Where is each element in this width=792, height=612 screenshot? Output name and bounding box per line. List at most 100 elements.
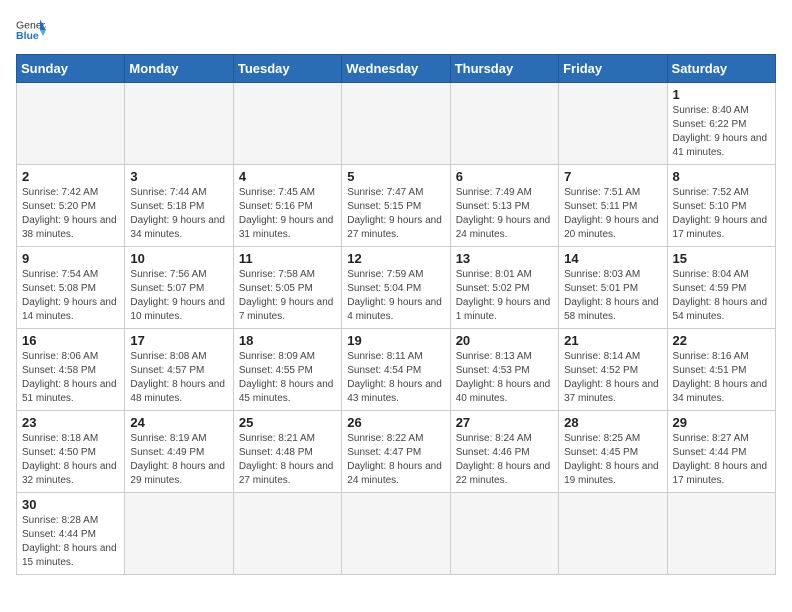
day-info: Sunrise: 8:06 AM Sunset: 4:58 PM Dayligh… — [22, 350, 119, 406]
day-number: 1 — [673, 87, 770, 102]
day-number: 7 — [564, 169, 661, 184]
day-info: Sunrise: 8:22 AM Sunset: 4:47 PM Dayligh… — [347, 432, 444, 488]
calendar-cell: 26 Sunrise: 8:22 AM Sunset: 4:47 PM Dayli… — [342, 411, 450, 493]
day-number: 11 — [239, 251, 336, 266]
day-info: Sunrise: 8:08 AM Sunset: 4:57 PM Dayligh… — [130, 350, 227, 406]
calendar-cell: 30 Sunrise: 8:28 AM Sunset: 4:44 PM Dayli… — [17, 493, 125, 575]
calendar-cell: 8 Sunrise: 7:52 AM Sunset: 5:10 PM Daylig… — [667, 165, 775, 247]
calendar-cell: 27 Sunrise: 8:24 AM Sunset: 4:46 PM Dayli… — [450, 411, 558, 493]
calendar-cell: 7Sunrise: 7:51 AM Sunset: 5:11 PM Daylig… — [559, 165, 667, 247]
day-info: Sunrise: 7:45 AM Sunset: 5:16 PM Dayligh… — [239, 186, 336, 242]
day-number: 10 — [130, 251, 227, 266]
calendar-week-row: 30 Sunrise: 8:28 AM Sunset: 4:44 PM Dayli… — [17, 493, 776, 575]
day-info: Sunrise: 7:52 AM Sunset: 5:10 PM Dayligh… — [673, 186, 770, 242]
page-header: General Blue — [16, 16, 776, 44]
day-info: Sunrise: 8:19 AM Sunset: 4:49 PM Dayligh… — [130, 432, 227, 488]
calendar-cell — [342, 83, 450, 165]
day-number: 6 — [456, 169, 553, 184]
day-number: 8 — [673, 169, 770, 184]
day-info: Sunrise: 8:40 AM Sunset: 6:22 PM Dayligh… — [673, 104, 770, 160]
day-info: Sunrise: 8:03 AM Sunset: 5:01 PM Dayligh… — [564, 268, 661, 324]
day-number: 3 — [130, 169, 227, 184]
day-number: 18 — [239, 333, 336, 348]
day-info: Sunrise: 7:54 AM Sunset: 5:08 PM Dayligh… — [22, 268, 119, 324]
day-number: 2 — [22, 169, 119, 184]
calendar-week-row: 1 Sunrise: 8:40 AM Sunset: 6:22 PM Daylig… — [17, 83, 776, 165]
calendar-cell — [125, 493, 233, 575]
calendar-cell: 29Sunrise: 8:27 AM Sunset: 4:44 PM Dayli… — [667, 411, 775, 493]
day-number: 22 — [673, 333, 770, 348]
calendar-cell: 13 Sunrise: 8:01 AM Sunset: 5:02 PM Dayli… — [450, 247, 558, 329]
day-number: 30 — [22, 497, 119, 512]
day-number: 25 — [239, 415, 336, 430]
day-number: 5 — [347, 169, 444, 184]
day-number: 14 — [564, 251, 661, 266]
calendar-cell: 6 Sunrise: 7:49 AM Sunset: 5:13 PM Daylig… — [450, 165, 558, 247]
calendar-cell: 11 Sunrise: 7:58 AM Sunset: 5:05 PM Dayli… — [233, 247, 341, 329]
calendar-cell: 19Sunrise: 8:11 AM Sunset: 4:54 PM Dayli… — [342, 329, 450, 411]
column-header-friday: Friday — [559, 55, 667, 83]
calendar-cell: 25Sunrise: 8:21 AM Sunset: 4:48 PM Dayli… — [233, 411, 341, 493]
day-info: Sunrise: 7:58 AM Sunset: 5:05 PM Dayligh… — [239, 268, 336, 324]
day-number: 20 — [456, 333, 553, 348]
calendar-cell: 4Sunrise: 7:45 AM Sunset: 5:16 PM Daylig… — [233, 165, 341, 247]
calendar-cell — [233, 493, 341, 575]
day-info: Sunrise: 8:09 AM Sunset: 4:55 PM Dayligh… — [239, 350, 336, 406]
calendar-week-row: 16Sunrise: 8:06 AM Sunset: 4:58 PM Dayli… — [17, 329, 776, 411]
calendar-cell — [17, 83, 125, 165]
day-info: Sunrise: 7:59 AM Sunset: 5:04 PM Dayligh… — [347, 268, 444, 324]
calendar-cell: 1 Sunrise: 8:40 AM Sunset: 6:22 PM Daylig… — [667, 83, 775, 165]
logo-icon: General Blue — [16, 16, 46, 44]
calendar-cell: 21 Sunrise: 8:14 AM Sunset: 4:52 PM Dayli… — [559, 329, 667, 411]
day-info: Sunrise: 7:47 AM Sunset: 5:15 PM Dayligh… — [347, 186, 444, 242]
column-header-thursday: Thursday — [450, 55, 558, 83]
day-number: 28 — [564, 415, 661, 430]
column-header-saturday: Saturday — [667, 55, 775, 83]
day-info: Sunrise: 8:04 AM Sunset: 4:59 PM Dayligh… — [673, 268, 770, 324]
day-info: Sunrise: 8:16 AM Sunset: 4:51 PM Dayligh… — [673, 350, 770, 406]
day-number: 29 — [673, 415, 770, 430]
calendar-cell: 20Sunrise: 8:13 AM Sunset: 4:53 PM Dayli… — [450, 329, 558, 411]
column-header-monday: Monday — [125, 55, 233, 83]
day-number: 15 — [673, 251, 770, 266]
day-info: Sunrise: 8:14 AM Sunset: 4:52 PM Dayligh… — [564, 350, 661, 406]
day-info: Sunrise: 8:28 AM Sunset: 4:44 PM Dayligh… — [22, 514, 119, 570]
calendar-cell — [559, 83, 667, 165]
calendar-cell: 14 Sunrise: 8:03 AM Sunset: 5:01 PM Dayli… — [559, 247, 667, 329]
calendar-week-row: 9Sunrise: 7:54 AM Sunset: 5:08 PM Daylig… — [17, 247, 776, 329]
calendar-cell: 5 Sunrise: 7:47 AM Sunset: 5:15 PM Daylig… — [342, 165, 450, 247]
calendar-cell: 2Sunrise: 7:42 AM Sunset: 5:20 PM Daylig… — [17, 165, 125, 247]
calendar-cell: 3 Sunrise: 7:44 AM Sunset: 5:18 PM Daylig… — [125, 165, 233, 247]
calendar-week-row: 23Sunrise: 8:18 AM Sunset: 4:50 PM Dayli… — [17, 411, 776, 493]
day-info: Sunrise: 8:18 AM Sunset: 4:50 PM Dayligh… — [22, 432, 119, 488]
column-header-tuesday: Tuesday — [233, 55, 341, 83]
calendar-cell — [450, 493, 558, 575]
day-info: Sunrise: 7:56 AM Sunset: 5:07 PM Dayligh… — [130, 268, 227, 324]
column-header-sunday: Sunday — [17, 55, 125, 83]
day-number: 26 — [347, 415, 444, 430]
column-header-wednesday: Wednesday — [342, 55, 450, 83]
calendar-cell: 15 Sunrise: 8:04 AM Sunset: 4:59 PM Dayli… — [667, 247, 775, 329]
calendar-cell — [342, 493, 450, 575]
day-info: Sunrise: 8:11 AM Sunset: 4:54 PM Dayligh… — [347, 350, 444, 406]
calendar-cell: 28Sunrise: 8:25 AM Sunset: 4:45 PM Dayli… — [559, 411, 667, 493]
day-info: Sunrise: 8:24 AM Sunset: 4:46 PM Dayligh… — [456, 432, 553, 488]
day-info: Sunrise: 8:01 AM Sunset: 5:02 PM Dayligh… — [456, 268, 553, 324]
day-number: 21 — [564, 333, 661, 348]
day-info: Sunrise: 7:44 AM Sunset: 5:18 PM Dayligh… — [130, 186, 227, 242]
calendar-cell — [450, 83, 558, 165]
calendar-cell — [559, 493, 667, 575]
day-info: Sunrise: 7:49 AM Sunset: 5:13 PM Dayligh… — [456, 186, 553, 242]
calendar-cell: 10 Sunrise: 7:56 AM Sunset: 5:07 PM Dayli… — [125, 247, 233, 329]
day-number: 12 — [347, 251, 444, 266]
day-number: 27 — [456, 415, 553, 430]
calendar-cell: 9Sunrise: 7:54 AM Sunset: 5:08 PM Daylig… — [17, 247, 125, 329]
calendar-cell — [125, 83, 233, 165]
calendar-cell: 24Sunrise: 8:19 AM Sunset: 4:49 PM Dayli… — [125, 411, 233, 493]
logo: General Blue — [16, 16, 46, 44]
calendar-cell: 18 Sunrise: 8:09 AM Sunset: 4:55 PM Dayli… — [233, 329, 341, 411]
calendar-cell: 22 Sunrise: 8:16 AM Sunset: 4:51 PM Dayli… — [667, 329, 775, 411]
day-number: 13 — [456, 251, 553, 266]
calendar-cell: 23Sunrise: 8:18 AM Sunset: 4:50 PM Dayli… — [17, 411, 125, 493]
calendar-cell — [233, 83, 341, 165]
